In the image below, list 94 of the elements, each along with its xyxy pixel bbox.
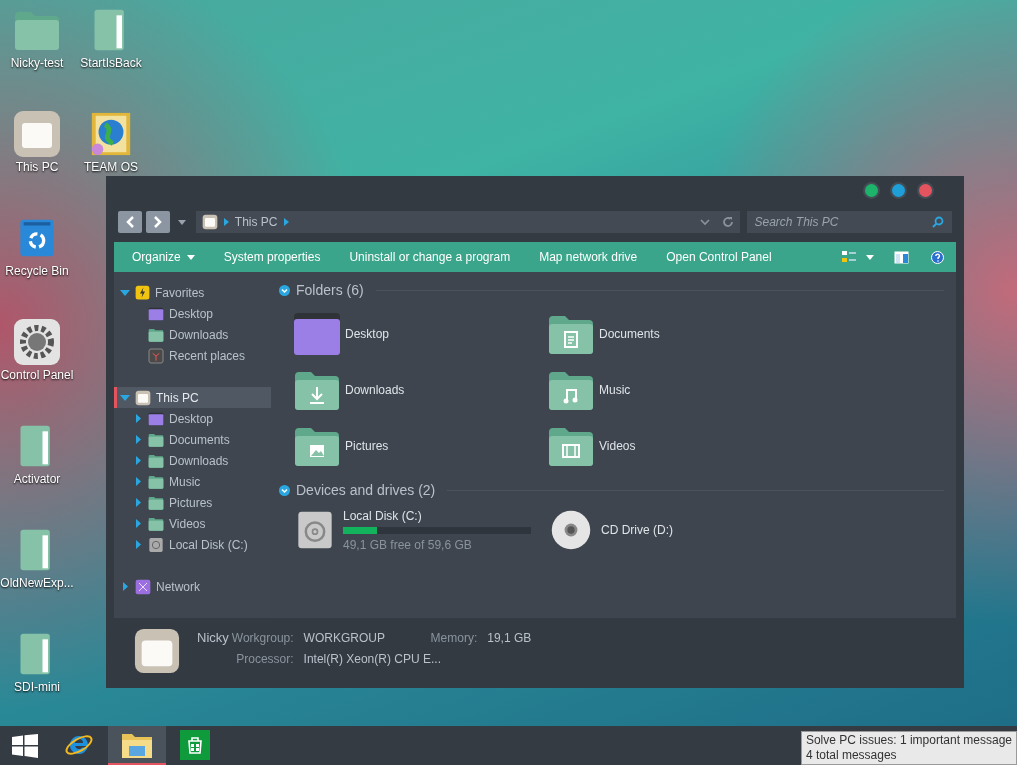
desktop-icon-label[interactable]: This PC xyxy=(15,161,59,174)
caret-icon xyxy=(177,219,186,225)
nav-item[interactable]: Documents xyxy=(114,429,271,450)
nav-item[interactable]: Desktop xyxy=(114,408,271,429)
folder-tile[interactable]: Desktop xyxy=(293,306,547,362)
dropdown-icon xyxy=(186,254,195,260)
nav-item[interactable]: Downloads xyxy=(114,450,271,471)
lightning-icon xyxy=(135,285,150,300)
folder-icon xyxy=(148,326,164,343)
field-label: Processor: xyxy=(235,650,294,668)
tooltip-text: Solve PC issues: 1 important message xyxy=(805,733,1012,748)
view-options-button[interactable] xyxy=(842,250,874,264)
help-icon xyxy=(931,250,944,264)
recent-places-icon xyxy=(148,347,164,364)
desktop-folder-icon xyxy=(293,310,341,358)
collapse-icon xyxy=(279,484,290,496)
collapse-icon xyxy=(279,284,290,296)
nav-item[interactable]: Local Disk (C:) xyxy=(114,534,271,555)
desktop-folder-icon xyxy=(148,410,164,427)
folder-tile[interactable]: Documents xyxy=(547,306,801,362)
windows-logo-icon xyxy=(12,733,38,758)
nav-item[interactable]: Favorites xyxy=(114,282,271,303)
tooltip-text: 4 total messages xyxy=(805,748,898,763)
nav-item[interactable]: Downloads xyxy=(114,324,271,345)
computer-folder-icon xyxy=(135,389,151,406)
field-value: WORKGROUP xyxy=(303,630,386,647)
taskbar-app-button[interactable] xyxy=(108,726,166,765)
nav-item[interactable]: Videos xyxy=(114,513,271,534)
view-list-icon xyxy=(842,250,856,264)
chevron-right-icon xyxy=(152,216,163,228)
group-heading: Folders (6) xyxy=(296,280,364,300)
minimize-button[interactable] xyxy=(892,183,905,197)
group-heading: Devices and drives (2) xyxy=(296,480,436,500)
chevron-icon xyxy=(223,218,229,226)
network-icon xyxy=(135,578,151,595)
folder-tile[interactable]: Videos xyxy=(547,418,801,474)
preview-pane-button[interactable] xyxy=(894,250,909,264)
gear-icon xyxy=(13,318,61,366)
desktop-icon-label[interactable]: Control Panel xyxy=(0,369,74,382)
free-space-text: 49,1 GB free of 59,6 GB xyxy=(343,536,473,554)
cd-icon xyxy=(549,508,593,552)
nav-item[interactable]: Recent places xyxy=(114,345,271,366)
desktop-icon-label[interactable]: Activator xyxy=(13,473,61,486)
nav-item[interactable]: Music xyxy=(114,471,271,492)
search-icon xyxy=(932,216,944,228)
desktop-icon-label[interactable]: OldNewExp... xyxy=(0,577,74,590)
folder-icon xyxy=(148,431,164,448)
field-label: Workgroup: xyxy=(231,630,294,647)
dropdown-icon xyxy=(699,218,710,226)
desktop-icon-label[interactable]: Nicky-test xyxy=(10,57,64,70)
help-button[interactable] xyxy=(931,250,944,264)
command-button[interactable]: Uninstall or change a program xyxy=(341,242,519,272)
drive-tile[interactable]: Local Disk (C:) 49,1 GB free of 59,6 GB xyxy=(295,504,549,556)
drive-tile[interactable]: CD Drive (D:) xyxy=(549,504,803,556)
close-button[interactable] xyxy=(919,183,932,197)
address-bar[interactable]: This PC xyxy=(195,211,740,233)
folder-icon xyxy=(148,494,164,511)
command-button[interactable]: Organize xyxy=(124,242,203,272)
chevron-icon xyxy=(283,218,289,226)
field-value: Intel(R) Xeon(R) CPU E... xyxy=(303,650,442,668)
computer-folder-icon xyxy=(13,110,61,158)
desktop-icon-label[interactable]: SDI-mini xyxy=(14,681,60,694)
maximize-button[interactable] xyxy=(865,183,878,197)
refresh-icon xyxy=(721,216,734,228)
chevron-left-icon xyxy=(124,216,135,228)
desktop-icon-label[interactable]: Recycle Bin xyxy=(5,265,69,278)
command-button[interactable]: Open Control Panel xyxy=(658,242,780,272)
folder-tile[interactable]: Music xyxy=(547,362,801,418)
folder-icon xyxy=(148,452,164,469)
search-field[interactable]: Search This PC xyxy=(746,211,952,233)
folder-tile[interactable]: Downloads xyxy=(293,362,547,418)
forward-button[interactable] xyxy=(145,211,170,233)
back-button[interactable] xyxy=(118,211,142,233)
computer-folder-icon xyxy=(201,214,218,230)
field-label: Memory: xyxy=(430,630,478,647)
address-text: This PC xyxy=(234,214,278,231)
command-button[interactable]: System properties xyxy=(215,242,329,272)
dropdown-icon xyxy=(866,254,874,260)
command-button[interactable]: Map network drive xyxy=(531,242,646,272)
nav-item[interactable]: This PC xyxy=(114,387,271,408)
desktop-folder-icon xyxy=(148,305,164,322)
preview-pane-icon xyxy=(894,250,909,264)
field-value: 19,1 GB xyxy=(487,630,532,647)
nav-item[interactable]: Desktop xyxy=(114,303,271,324)
folder-tile[interactable]: Pictures xyxy=(293,418,547,474)
nav-item[interactable]: Pictures xyxy=(114,492,271,513)
folder-icon xyxy=(148,473,164,490)
desktop-icon-label[interactable]: TEAM OS xyxy=(84,161,138,174)
computer-name: Nicky xyxy=(197,629,229,647)
nav-item[interactable]: Network xyxy=(114,576,271,597)
computer-folder-icon xyxy=(133,628,181,674)
desktop-icon-label[interactable]: StartIsBack xyxy=(80,57,142,70)
folder-icon xyxy=(148,515,164,532)
shopping-bag-icon xyxy=(180,729,210,760)
